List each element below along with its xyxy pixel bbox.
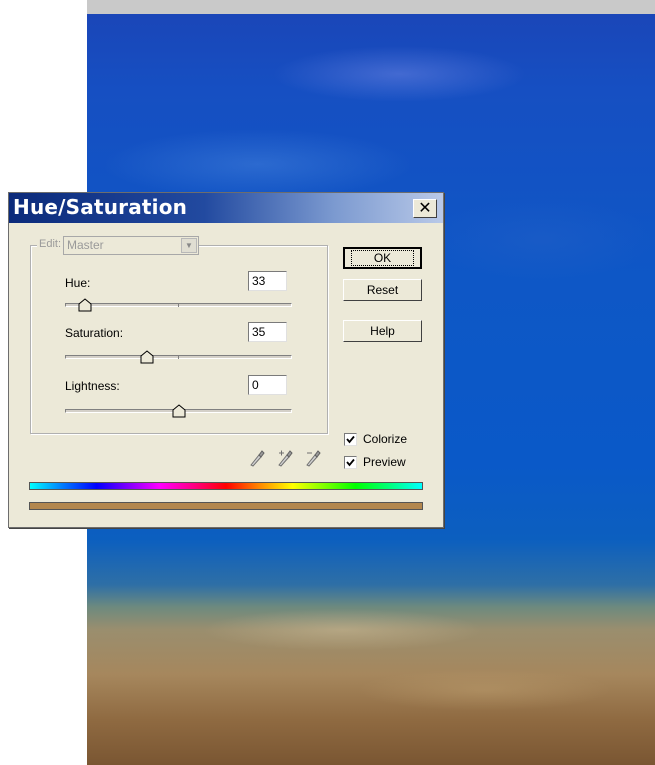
canvas-top-strip [87, 0, 655, 14]
chevron-down-icon: ▼ [181, 238, 197, 253]
preview-checkbox[interactable] [344, 456, 357, 469]
eyedropper-icon[interactable] [249, 449, 265, 467]
colorize-checkbox[interactable] [344, 433, 357, 446]
lightness-input[interactable]: 0 [248, 375, 287, 395]
help-button[interactable]: Help [343, 320, 422, 342]
dialog-title: Hue/Saturation [13, 195, 188, 219]
checkmark-icon [346, 458, 355, 467]
reset-button[interactable]: Reset [343, 279, 422, 301]
saturation-label: Saturation: [65, 326, 124, 340]
close-icon: ✕ [418, 198, 432, 217]
edit-dropdown[interactable]: Master ▼ [63, 236, 199, 255]
dialog-titlebar[interactable]: Hue/Saturation ✕ [9, 193, 443, 223]
hue-saturation-dialog: Hue/Saturation ✕ Edit: Master ▼ Hue: 33 … [8, 192, 444, 528]
ok-button-label: OK [350, 250, 415, 266]
checkmark-icon [346, 435, 355, 444]
saturation-center-tick [178, 355, 179, 359]
lightness-slider-thumb[interactable] [172, 404, 186, 418]
preview-label[interactable]: Preview [363, 455, 406, 469]
hue-slider-thumb[interactable] [78, 298, 92, 312]
ok-button[interactable]: OK [343, 247, 422, 269]
hue-label: Hue: [65, 276, 91, 290]
saturation-input[interactable]: 35 [248, 322, 287, 342]
eyedropper-minus-icon[interactable] [305, 449, 321, 467]
hue-center-tick [178, 303, 179, 307]
edit-label: Edit: [37, 238, 64, 250]
saturation-slider-thumb[interactable] [140, 350, 154, 364]
close-button[interactable]: ✕ [413, 199, 437, 218]
hue-input[interactable]: 33 [248, 271, 287, 291]
output-color-bar [29, 502, 423, 510]
edit-selected-value: Master [67, 238, 104, 252]
eyedropper-plus-icon[interactable] [277, 449, 293, 467]
lightness-label: Lightness: [65, 379, 120, 393]
colorize-label[interactable]: Colorize [363, 432, 407, 446]
input-color-spectrum-bar [29, 482, 423, 490]
